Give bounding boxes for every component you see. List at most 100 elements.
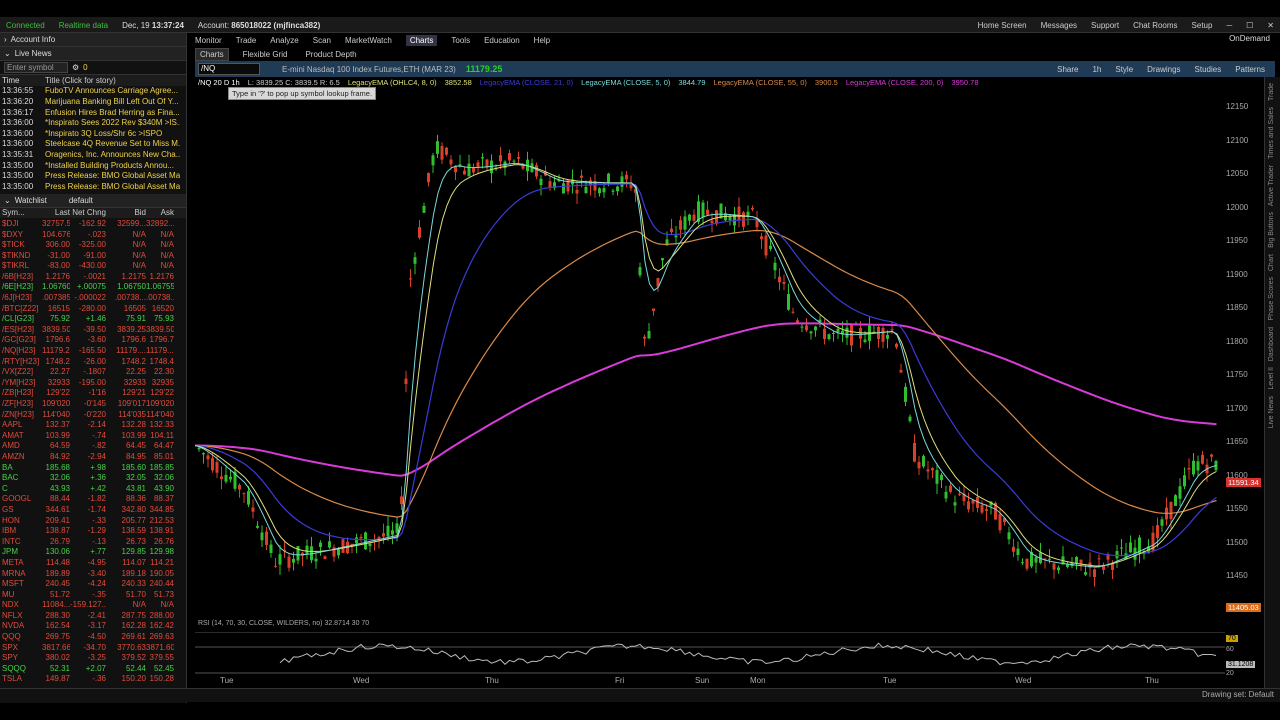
watchlist-row[interactable]: SPX 3817.66 -34.70 3770.63 3871.60: [0, 642, 186, 653]
news-item[interactable]: 13:35:00 *Installed Building Products Ann…: [0, 160, 186, 171]
chart-symbol-input[interactable]: /NQ: [198, 63, 260, 75]
messages-button[interactable]: Messages: [1041, 21, 1077, 30]
watchlist-row[interactable]: GOOGL 88.44 -1.82 88.36 88.37: [0, 494, 186, 505]
rail-tab[interactable]: Level II: [1268, 367, 1275, 390]
nav-analyze[interactable]: Analyze: [270, 36, 298, 45]
watchlist-row[interactable]: IBM 138.87 -1.29 138.59 138.91: [0, 525, 186, 536]
watchlist-row[interactable]: $DJI 32757.54 -162.92 32599...32892...: [0, 218, 186, 229]
watchlist-row[interactable]: $TIKRL -83.00 -430.00 N/A N/A: [0, 261, 186, 272]
watchlist-row[interactable]: NVDA 162.54 -3.17 162.28 162.42: [0, 621, 186, 632]
symbol-input[interactable]: Enter symbol: [4, 62, 68, 73]
news-item[interactable]: 13:36:00 *Inspirato 3Q Loss/Shr 6c >ISPO: [0, 128, 186, 139]
nav-marketwatch[interactable]: MarketWatch: [345, 36, 392, 45]
watchlist-row[interactable]: /ES[H23] 3839.50 -39.50 3839.25 3839.50: [0, 324, 186, 335]
home-screen-button[interactable]: Home Screen: [978, 21, 1027, 30]
rail-tab[interactable]: Big Buttons: [1268, 212, 1275, 248]
price-chart[interactable]: [195, 92, 1225, 617]
watchlist-row[interactable]: AMD 64.59 -.82 64.45 64.47: [0, 441, 186, 452]
watchlist-row[interactable]: AMAT 103.99 -.74 103.99 104.11: [0, 430, 186, 441]
nav-monitor[interactable]: Monitor: [195, 36, 222, 45]
rsi-chart[interactable]: [195, 632, 1225, 677]
minimize-icon[interactable]: ─: [1226, 21, 1232, 30]
watchlist-row[interactable]: $DXY 104.676 -.023 N/A N/A: [0, 229, 186, 240]
close-icon[interactable]: ✕: [1267, 21, 1274, 30]
support-button[interactable]: Support: [1091, 21, 1119, 30]
watchlist-row[interactable]: BAC 32.06 +.36 32.05 32.06: [0, 472, 186, 483]
nav-tools[interactable]: Tools: [451, 36, 470, 45]
watchlist-row[interactable]: /ZN[H23] 114'040 -0'220 114'035 114'040: [0, 409, 186, 420]
rail-tab[interactable]: Phase Scores: [1268, 277, 1275, 321]
watchlist-row[interactable]: /VX[Z22] 22.27 -.1807 22.25 22.30: [0, 366, 186, 377]
watchlist-row[interactable]: /6J[H23] .0073855 -.000022 .00738....00738.…: [0, 292, 186, 303]
maximize-icon[interactable]: ☐: [1246, 21, 1253, 30]
watchlist-row[interactable]: /ZF[H23] 109'020 -0'145 109'017 109'020: [0, 398, 186, 409]
tab-charts[interactable]: Charts: [195, 47, 229, 61]
style-button[interactable]: Style: [1115, 65, 1133, 74]
watchlist-row[interactable]: META 114.48 -4.95 114.07 114.21: [0, 557, 186, 568]
watchlist-row[interactable]: INTC 26.79 -.13 26.73 26.76: [0, 536, 186, 547]
watchlist-row[interactable]: NFLX 288.30 -2.41 287.75 288.00: [0, 610, 186, 621]
watchlist-name[interactable]: default: [69, 196, 93, 205]
watchlist-row[interactable]: SPY 380.02 -3.25 379.52 379.55: [0, 652, 186, 663]
timeframe-button[interactable]: 1h: [1092, 65, 1101, 74]
rail-tab[interactable]: Active Trader: [1268, 165, 1275, 206]
watchlist-row[interactable]: /6B[H23] 1.2176 -.0021 1.2175 1.2176: [0, 271, 186, 282]
watchlist-row[interactable]: /CL[G23] 75.92 +1.46 75.91 75.93: [0, 313, 186, 324]
watchlist-row[interactable]: MU 51.72 -.35 51.70 51.73: [0, 589, 186, 600]
watchlist-row[interactable]: MRNA 189.89 -3.40 189.18 190.05: [0, 568, 186, 579]
rail-tab[interactable]: Live News: [1268, 396, 1275, 428]
nav-trade[interactable]: Trade: [236, 36, 257, 45]
ondemand-button[interactable]: OnDemand: [1229, 34, 1270, 43]
watchlist-row[interactable]: /RTY[H23] 1748.2 -26.00 1748.2 1748.4: [0, 356, 186, 367]
nav-help[interactable]: Help: [534, 36, 550, 45]
rail-tab[interactable]: Chart: [1268, 254, 1275, 271]
watchlist-row[interactable]: $TIKND -31.00 -91.00 N/A N/A: [0, 250, 186, 261]
watchlist-row[interactable]: /BTC[Z22] 16515 -280.00 16505 16520: [0, 303, 186, 314]
watchlist-row[interactable]: C 43.93 +.42 43.81 43.90: [0, 483, 186, 494]
watchlist-row[interactable]: /ZB[H23] 129'22 -1'16 129'21 129'22: [0, 388, 186, 399]
rail-tab[interactable]: Dashboard: [1268, 327, 1275, 361]
watchlist-row[interactable]: MSFT 240.45 -4.24 240.33 240.44: [0, 578, 186, 589]
drawings-button[interactable]: Drawings: [1147, 65, 1180, 74]
patterns-button[interactable]: Patterns: [1235, 65, 1265, 74]
news-item[interactable]: 13:36:20 Marijuana Banking Bill Left Out …: [0, 96, 186, 107]
news-item[interactable]: 13:36:55 FuboTV Announces Carriage Agree.…: [0, 86, 186, 97]
watchlist-row[interactable]: /6E[H23] 1.06760 +.00075 1.06750 1.06755: [0, 282, 186, 293]
tab-product-depth[interactable]: Product Depth: [301, 49, 360, 60]
news-item[interactable]: 13:36:00 Steelcase 4Q Revenue Set to Miss…: [0, 139, 186, 150]
news-item[interactable]: 13:36:17 Enfusion Hires Brad Herring as F…: [0, 107, 186, 118]
rail-tab[interactable]: Times and Sales: [1268, 107, 1275, 159]
watchlist-row[interactable]: HON 209.41 -.33 205.77 212.53: [0, 515, 186, 526]
news-item[interactable]: 13:35:31 Oragenics, Inc. Announces New Ch…: [0, 149, 186, 160]
news-item[interactable]: 13:35:00 Press Release: BMO Global Asset …: [0, 181, 186, 192]
chat-rooms-button[interactable]: Chat Rooms: [1133, 21, 1177, 30]
watchlist-row[interactable]: /YM[H23] 32933 -195.00 32933 32935: [0, 377, 186, 388]
studies-button[interactable]: Studies: [1195, 65, 1222, 74]
tab-flexible-grid[interactable]: Flexible Grid: [239, 49, 292, 60]
live-news-header[interactable]: ⌄ Live News: [0, 47, 186, 61]
watchlist-row[interactable]: $TICK 306.00 -325.00 N/A N/A: [0, 239, 186, 250]
nav-scan[interactable]: Scan: [313, 36, 331, 45]
share-button[interactable]: Share: [1057, 65, 1078, 74]
news-item[interactable]: 13:36:00 *Inspirato Sees 2022 Rev $340M >…: [0, 117, 186, 128]
news-item[interactable]: 13:35:00 Press Release: BMO Global Asset …: [0, 170, 186, 181]
watchlist-row[interactable]: SQQQ 52.31 +2.07 52.44 52.45: [0, 663, 186, 674]
watchlist-row[interactable]: GS 344.61 -1.74 342.80 344.85: [0, 504, 186, 515]
watchlist-header[interactable]: ⌄ Watchlist default: [0, 193, 186, 208]
watchlist-row[interactable]: /GC[G23] 1796.6 -3.60 1796.6 1796.7: [0, 335, 186, 346]
nav-education[interactable]: Education: [484, 36, 520, 45]
account-info-header[interactable]: › Account Info: [0, 33, 186, 47]
watchlist-row[interactable]: AMZN 84.92 -2.94 84.95 85.01: [0, 451, 186, 462]
watchlist-row[interactable]: NDX 11084... -159.127... N/A N/A: [0, 600, 186, 611]
nav-charts[interactable]: Charts: [405, 34, 438, 46]
rail-tab[interactable]: Trade: [1268, 83, 1275, 101]
watchlist-row[interactable]: QQQ 269.75 -4.50 269.61 269.63: [0, 631, 186, 642]
gear-icon[interactable]: ⚙: [72, 63, 79, 72]
watchlist-row[interactable]: TSLA 149.87 -.36 150.20 150.28: [0, 674, 186, 685]
watchlist-row[interactable]: JPM 130.06 +.77 129.85 129.98: [0, 547, 186, 558]
watchlist-row[interactable]: /NQ[H23] 11179.25 -165.50 11179....11179...…: [0, 345, 186, 356]
drawing-set-label[interactable]: Drawing set: Default: [1202, 690, 1274, 699]
watchlist-row[interactable]: AAPL 132.37 -2.14 132.28 132.33: [0, 419, 186, 430]
watchlist-row[interactable]: BA 185.68 +.98 185.60 185.85: [0, 462, 186, 473]
setup-button[interactable]: Setup: [1192, 21, 1213, 30]
